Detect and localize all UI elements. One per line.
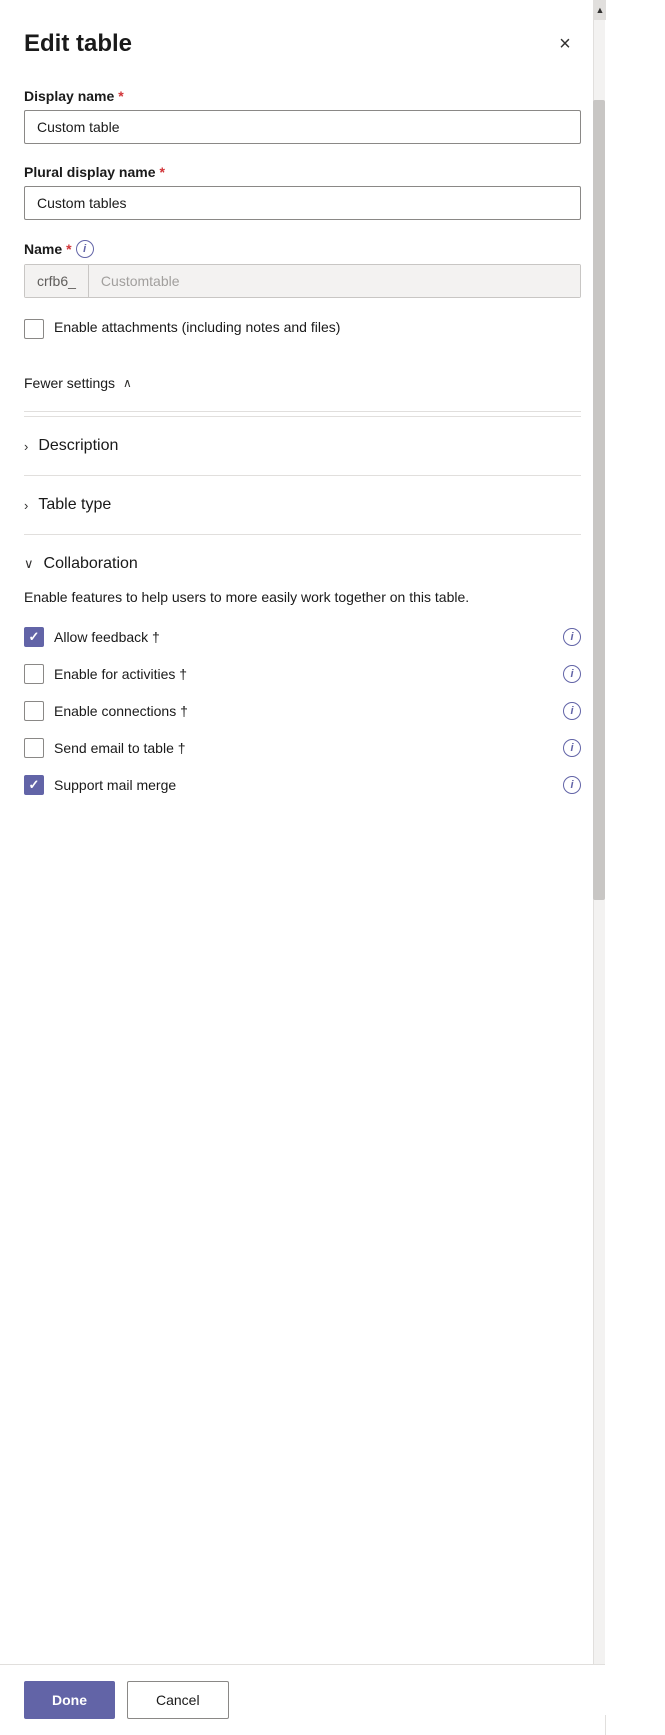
collab-item-enable-connections: Enable connections † i [24, 700, 581, 721]
mail-merge-info-icon[interactable]: i [563, 776, 581, 794]
divider-1 [24, 411, 581, 412]
collab-item-send-email: Send email to table † i [24, 737, 581, 758]
scrollbar-arrow-up[interactable]: ▲ [594, 0, 606, 20]
description-header[interactable]: › Description [24, 437, 581, 455]
enable-activities-info-icon[interactable]: i [563, 665, 581, 683]
allow-feedback-label: Allow feedback † [54, 629, 160, 645]
table-type-section: › Table type [24, 475, 581, 534]
enable-connections-checkbox[interactable] [24, 701, 44, 721]
scrollbar-thumb[interactable] [593, 100, 605, 900]
collab-item-enable-activities: Enable for activities † i [24, 663, 581, 684]
collab-left-enable-activities: Enable for activities † [24, 663, 187, 684]
name-prefix: crfb6_ [25, 265, 89, 297]
attachments-checkbox[interactable] [24, 319, 44, 339]
display-name-label: Display name * [24, 88, 581, 104]
footer: Done Cancel [0, 1664, 605, 1735]
scrollbar-track: ▲ ▼ [593, 0, 605, 1735]
description-label: Description [38, 437, 118, 455]
page-title: Edit table [24, 30, 132, 58]
plural-display-name-field-group: Plural display name * [24, 164, 581, 220]
collab-item-allow-feedback: Allow feedback † i [24, 626, 581, 647]
enable-connections-label: Enable connections † [54, 703, 188, 719]
collab-item-mail-merge: Support mail merge i [24, 774, 581, 795]
mail-merge-label: Support mail merge [54, 777, 176, 793]
send-email-checkbox[interactable] [24, 738, 44, 758]
table-type-label: Table type [38, 496, 111, 514]
table-type-expand-icon: › [24, 498, 28, 513]
collaboration-header[interactable]: ∨ Collaboration [24, 555, 581, 573]
name-value: Customtable [89, 265, 580, 297]
send-email-label: Send email to table † [54, 740, 186, 756]
plural-required-star: * [160, 164, 165, 180]
description-section: › Description [24, 416, 581, 475]
allow-feedback-info-icon[interactable]: i [563, 628, 581, 646]
name-field-group: Name * i crfb6_ Customtable [24, 240, 581, 298]
enable-activities-label: Enable for activities † [54, 666, 187, 682]
table-type-header[interactable]: › Table type [24, 496, 581, 514]
done-button[interactable]: Done [24, 1681, 115, 1719]
plural-display-name-input[interactable] [24, 186, 581, 220]
description-expand-icon: › [24, 439, 28, 454]
collab-left-mail-merge: Support mail merge [24, 774, 176, 795]
collaboration-section: ∨ Collaboration Enable features to help … [24, 534, 581, 831]
collaboration-label: Collaboration [44, 555, 138, 573]
enable-connections-info-icon[interactable]: i [563, 702, 581, 720]
enable-activities-checkbox[interactable] [24, 664, 44, 684]
name-label: Name * i [24, 240, 581, 258]
attachments-checkbox-row: Enable attachments (including notes and … [24, 318, 581, 339]
name-field-row: crfb6_ Customtable [24, 264, 581, 298]
allow-feedback-checkbox[interactable] [24, 627, 44, 647]
collaboration-description: Enable features to help users to more ea… [24, 587, 581, 608]
name-required-star: * [66, 241, 71, 257]
fewer-settings-label: Fewer settings [24, 375, 115, 391]
display-name-input[interactable] [24, 110, 581, 144]
mail-merge-checkbox[interactable] [24, 775, 44, 795]
send-email-info-icon[interactable]: i [563, 739, 581, 757]
display-name-field-group: Display name * [24, 88, 581, 144]
cancel-button[interactable]: Cancel [127, 1681, 229, 1719]
fewer-settings-toggle[interactable]: Fewer settings ∧ [24, 359, 581, 407]
collaboration-expand-icon: ∨ [24, 556, 34, 572]
name-info-icon[interactable]: i [76, 240, 94, 258]
footer-spacer [24, 831, 581, 911]
required-star: * [118, 88, 123, 104]
plural-display-name-label: Plural display name * [24, 164, 581, 180]
close-button[interactable]: × [549, 28, 581, 60]
collab-left-allow-feedback: Allow feedback † [24, 626, 160, 647]
fewer-settings-chevron: ∧ [123, 376, 132, 390]
collab-left-enable-connections: Enable connections † [24, 700, 188, 721]
collab-left-send-email: Send email to table † [24, 737, 186, 758]
attachments-label: Enable attachments (including notes and … [54, 318, 340, 338]
panel-header: Edit table × [24, 28, 581, 60]
